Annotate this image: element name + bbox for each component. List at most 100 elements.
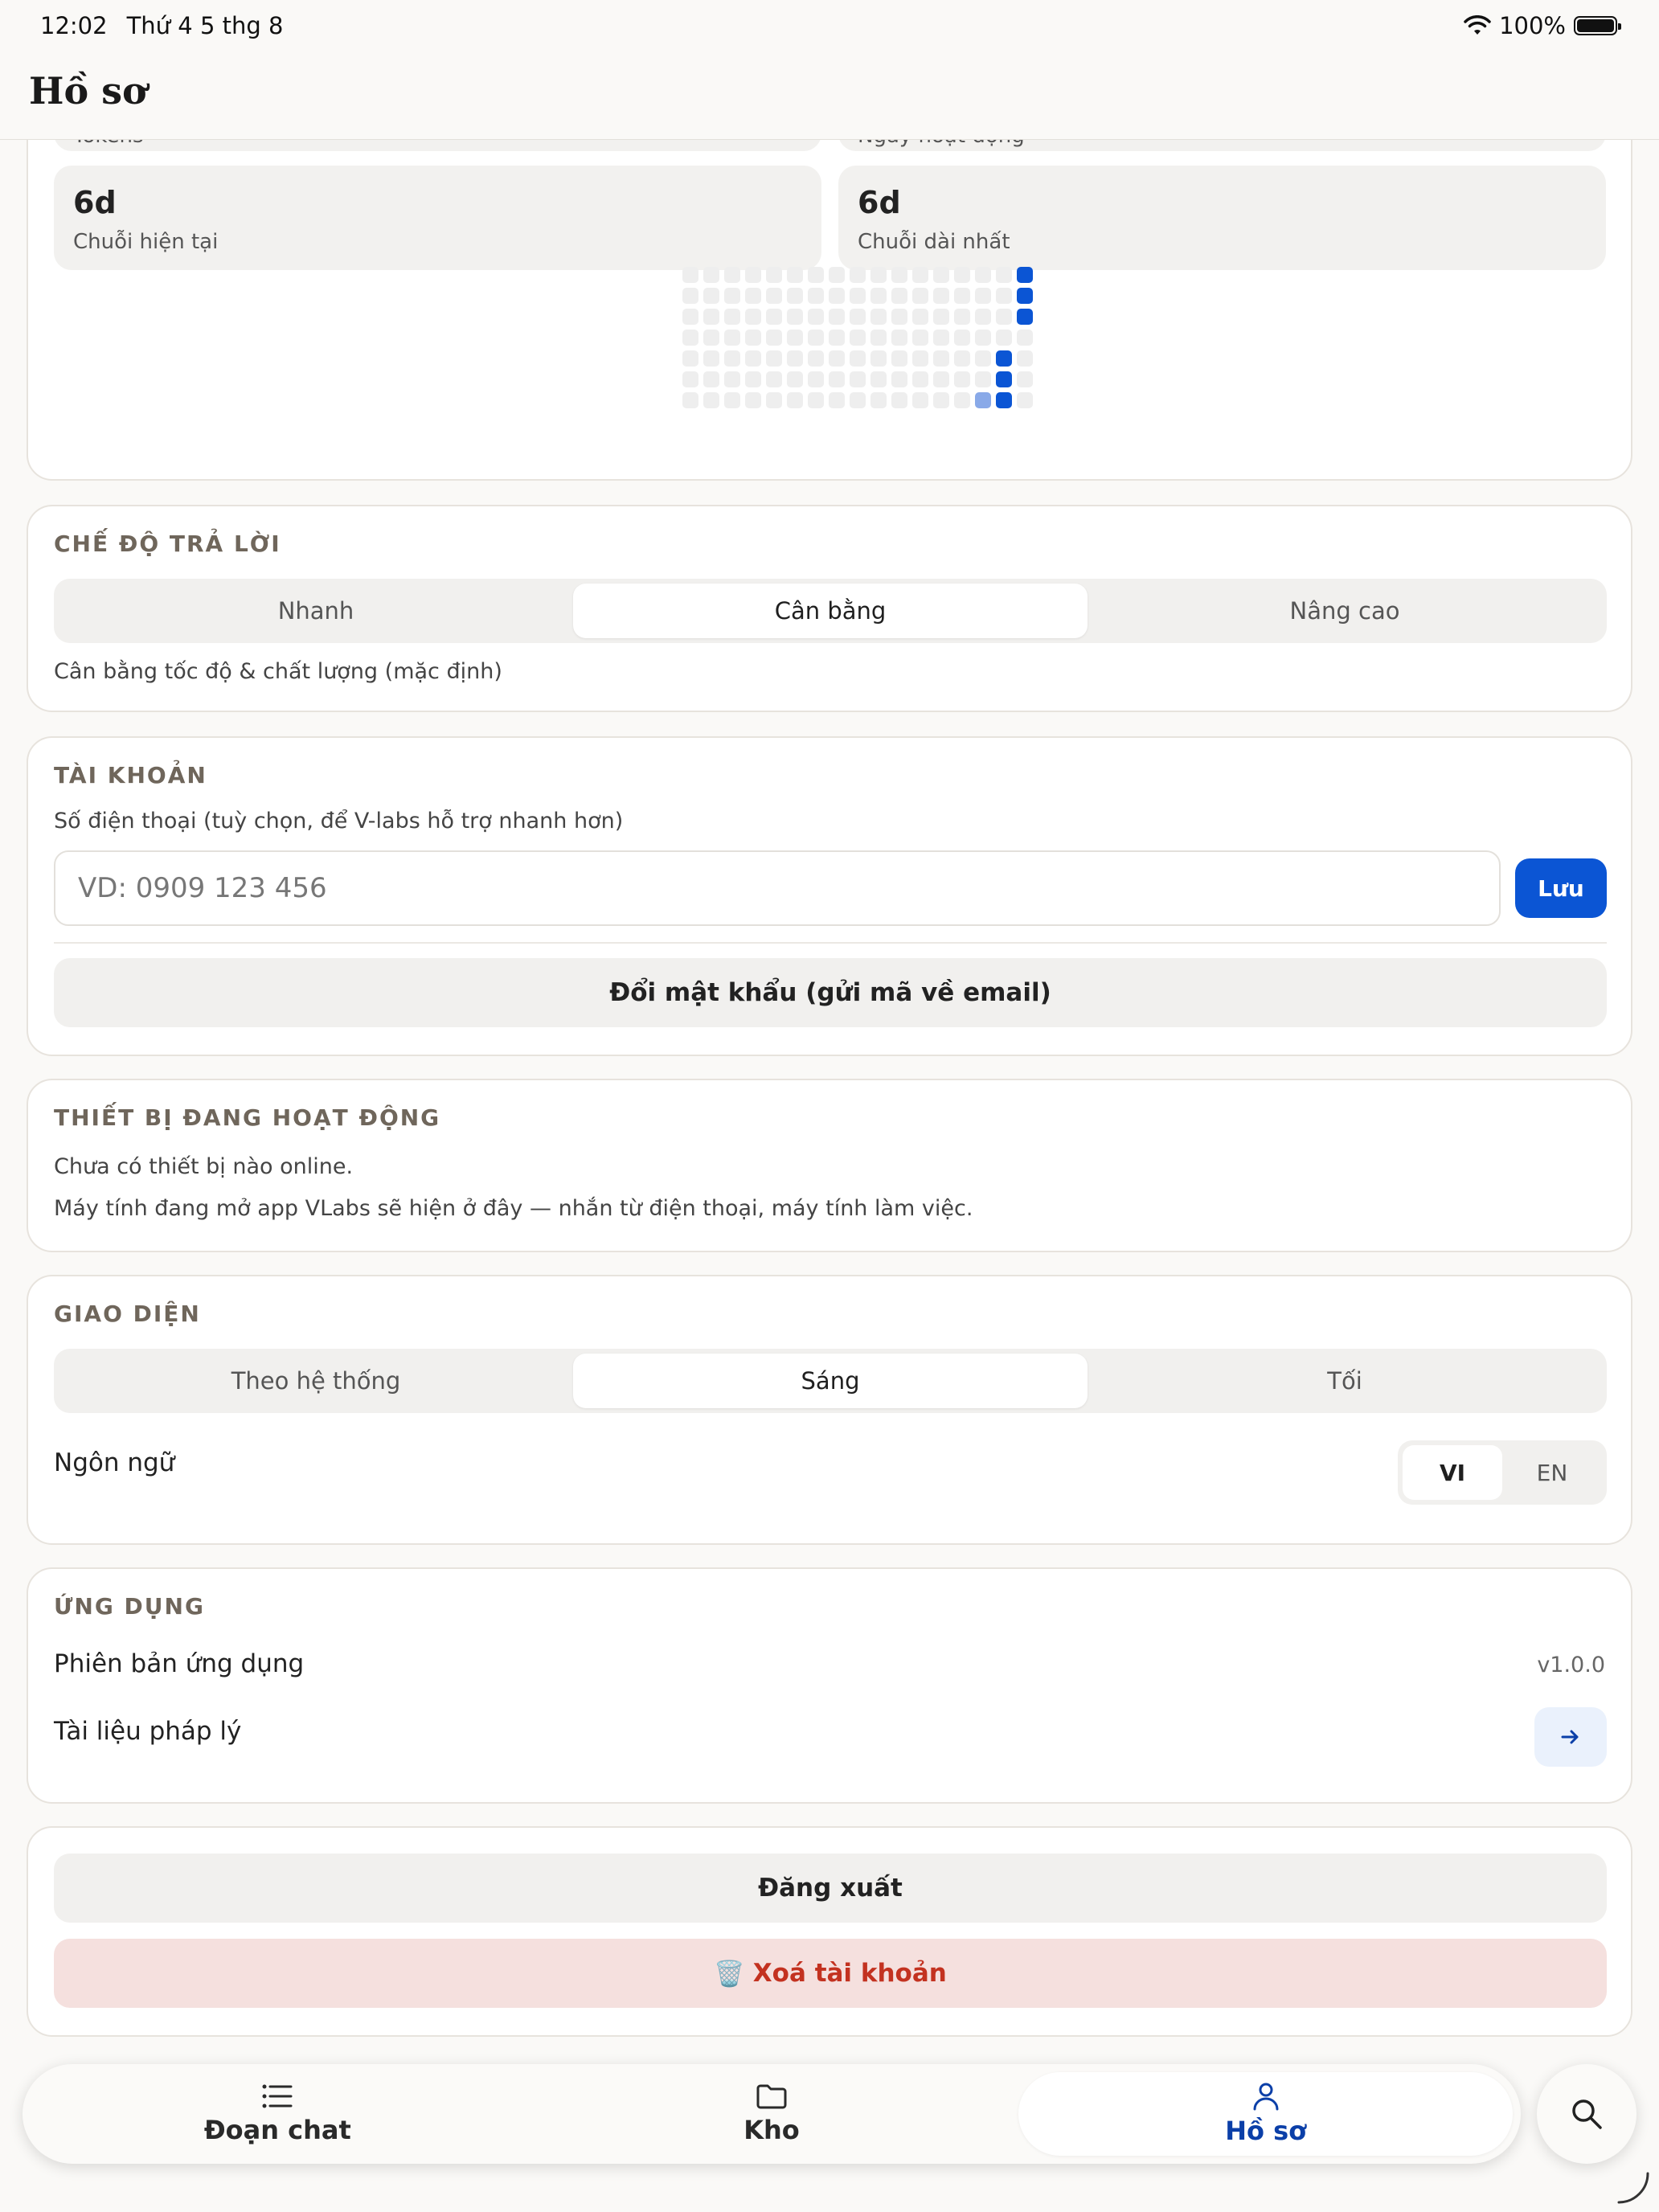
legal-docs-button[interactable] bbox=[1534, 1707, 1607, 1767]
status-time: 12:02 bbox=[40, 12, 108, 39]
heatmap-cell bbox=[975, 309, 991, 325]
heatmap-cell bbox=[787, 309, 803, 325]
save-phone-button[interactable]: Lưu bbox=[1515, 858, 1607, 918]
response-mode-advanced[interactable]: Nâng cao bbox=[1088, 584, 1602, 638]
stat-active-days-label: Ngày hoạt động bbox=[858, 140, 1025, 148]
heatmap-cell bbox=[891, 288, 907, 304]
phone-input[interactable] bbox=[54, 850, 1501, 926]
heatmap-cell bbox=[766, 371, 782, 387]
battery-percent: 100% bbox=[1499, 12, 1566, 39]
heatmap-cell bbox=[829, 350, 845, 367]
tab-chats-label: Đoạn chat bbox=[203, 2115, 351, 2145]
heatmap-cell bbox=[703, 350, 719, 367]
language-vi[interactable]: VI bbox=[1403, 1445, 1502, 1500]
status-left: 12:02 Thứ 4 5 thg 8 bbox=[40, 12, 283, 39]
appearance-title: GIAO DIỆN bbox=[54, 1301, 201, 1327]
heatmap-cell bbox=[975, 371, 991, 387]
stat-current-streak: 6d Chuỗi hiện tại bbox=[54, 166, 821, 270]
heatmap-cell bbox=[996, 288, 1012, 304]
heatmap-cell bbox=[745, 330, 761, 346]
heatmap-cell bbox=[954, 371, 970, 387]
heatmap-cell bbox=[745, 288, 761, 304]
heatmap-cell bbox=[745, 371, 761, 387]
heatmap-cell bbox=[766, 288, 782, 304]
trash-icon: 🗑️ bbox=[714, 1959, 745, 1989]
heatmap-cell bbox=[954, 350, 970, 367]
heatmap-cell bbox=[996, 371, 1012, 387]
heatmap-cell bbox=[808, 288, 824, 304]
heatmap-cell bbox=[870, 288, 887, 304]
phone-label: Số điện thoại (tuỳ chọn, để V-labs hỗ tr… bbox=[54, 809, 624, 834]
heatmap-cell bbox=[787, 350, 803, 367]
tab-profile-label: Hồ sơ bbox=[1225, 2116, 1307, 2146]
heatmap-cell bbox=[912, 288, 928, 304]
profile-scroll-content[interactable]: Tokens Ngày hoạt động 6d Chuỗi hiện tại … bbox=[0, 140, 1659, 2069]
heatmap-cell bbox=[724, 309, 740, 325]
heatmap-cell bbox=[912, 392, 928, 408]
heatmap-cell bbox=[703, 309, 719, 325]
response-mode-balanced[interactable]: Cân bằng bbox=[573, 584, 1088, 638]
heatmap-cell bbox=[996, 392, 1012, 408]
page-header: Hồ sơ bbox=[0, 51, 1659, 140]
heatmap-cell bbox=[724, 350, 740, 367]
change-password-button[interactable]: Đổi mật khẩu (gửi mã về email) bbox=[54, 958, 1607, 1027]
heatmap-cell bbox=[682, 350, 698, 367]
language-en[interactable]: EN bbox=[1502, 1445, 1602, 1500]
status-right: 100% bbox=[1464, 12, 1621, 39]
heatmap-cell bbox=[870, 392, 887, 408]
heatmap-cell bbox=[850, 309, 866, 325]
stat-longest-streak: 6d Chuỗi dài nhất bbox=[838, 166, 1606, 270]
app-version-value: v1.0.0 bbox=[1537, 1653, 1605, 1677]
language-label: Ngôn ngữ bbox=[54, 1448, 175, 1477]
heatmap-cell bbox=[724, 267, 740, 283]
tab-chats[interactable]: Đoạn chat bbox=[31, 2072, 525, 2156]
heatmap-cell bbox=[808, 350, 824, 367]
heatmap-cell bbox=[724, 371, 740, 387]
app-title: ỨNG DỤNG bbox=[54, 1593, 205, 1620]
longest-streak-label: Chuỗi dài nhất bbox=[858, 230, 1010, 254]
heatmap-cell bbox=[891, 330, 907, 346]
heatmap-cell bbox=[1017, 392, 1033, 408]
response-mode-title: CHẾ ĐỘ TRẢ LỜI bbox=[54, 530, 281, 557]
heatmap-cell bbox=[766, 330, 782, 346]
heatmap-cell bbox=[954, 288, 970, 304]
theme-light[interactable]: Sáng bbox=[573, 1354, 1088, 1408]
heatmap-cell bbox=[933, 309, 949, 325]
tab-storage[interactable]: Kho bbox=[525, 2072, 1019, 2156]
heatmap-cell bbox=[808, 392, 824, 408]
heatmap-cell bbox=[829, 392, 845, 408]
heatmap-cell bbox=[850, 288, 866, 304]
battery-icon bbox=[1574, 16, 1621, 35]
bottom-tab-bar: Đoạn chat Kho Hồ sơ bbox=[23, 2064, 1521, 2164]
heatmap-cell bbox=[891, 392, 907, 408]
theme-dark[interactable]: Tối bbox=[1088, 1354, 1602, 1408]
heatmap-cell bbox=[787, 288, 803, 304]
heatmap-cell bbox=[1017, 371, 1033, 387]
heatmap-cell bbox=[912, 350, 928, 367]
heatmap-cell bbox=[682, 392, 698, 408]
logout-button[interactable]: Đăng xuất bbox=[54, 1854, 1607, 1923]
stats-card: Tokens Ngày hoạt động 6d Chuỗi hiện tại … bbox=[27, 140, 1632, 481]
tab-profile[interactable]: Hồ sơ bbox=[1018, 2072, 1514, 2156]
heatmap-cell bbox=[1017, 309, 1033, 325]
account-divider bbox=[54, 942, 1607, 944]
response-mode-fast[interactable]: Nhanh bbox=[59, 584, 573, 638]
heatmap-cell bbox=[850, 330, 866, 346]
heatmap-cell bbox=[703, 371, 719, 387]
heatmap-cell bbox=[996, 350, 1012, 367]
session-card: Đăng xuất 🗑️ Xoá tài khoản bbox=[27, 1826, 1632, 2037]
response-mode-card: CHẾ ĐỘ TRẢ LỜI Nhanh Cân bằng Nâng cao C… bbox=[27, 505, 1632, 712]
search-button[interactable] bbox=[1537, 2064, 1636, 2164]
app-version-label: Phiên bản ứng dụng bbox=[54, 1649, 305, 1678]
heatmap-cell bbox=[829, 371, 845, 387]
heatmap-cell bbox=[808, 371, 824, 387]
heatmap-cell bbox=[870, 309, 887, 325]
heatmap-cell bbox=[829, 309, 845, 325]
heatmap-cell bbox=[850, 392, 866, 408]
delete-account-button[interactable]: 🗑️ Xoá tài khoản bbox=[54, 1939, 1607, 2008]
theme-system[interactable]: Theo hệ thống bbox=[59, 1354, 573, 1408]
longest-streak-value: 6d bbox=[858, 185, 901, 220]
heatmap-cell bbox=[933, 350, 949, 367]
heatmap-cell bbox=[808, 309, 824, 325]
legal-docs-label[interactable]: Tài liệu pháp lý bbox=[54, 1717, 241, 1746]
